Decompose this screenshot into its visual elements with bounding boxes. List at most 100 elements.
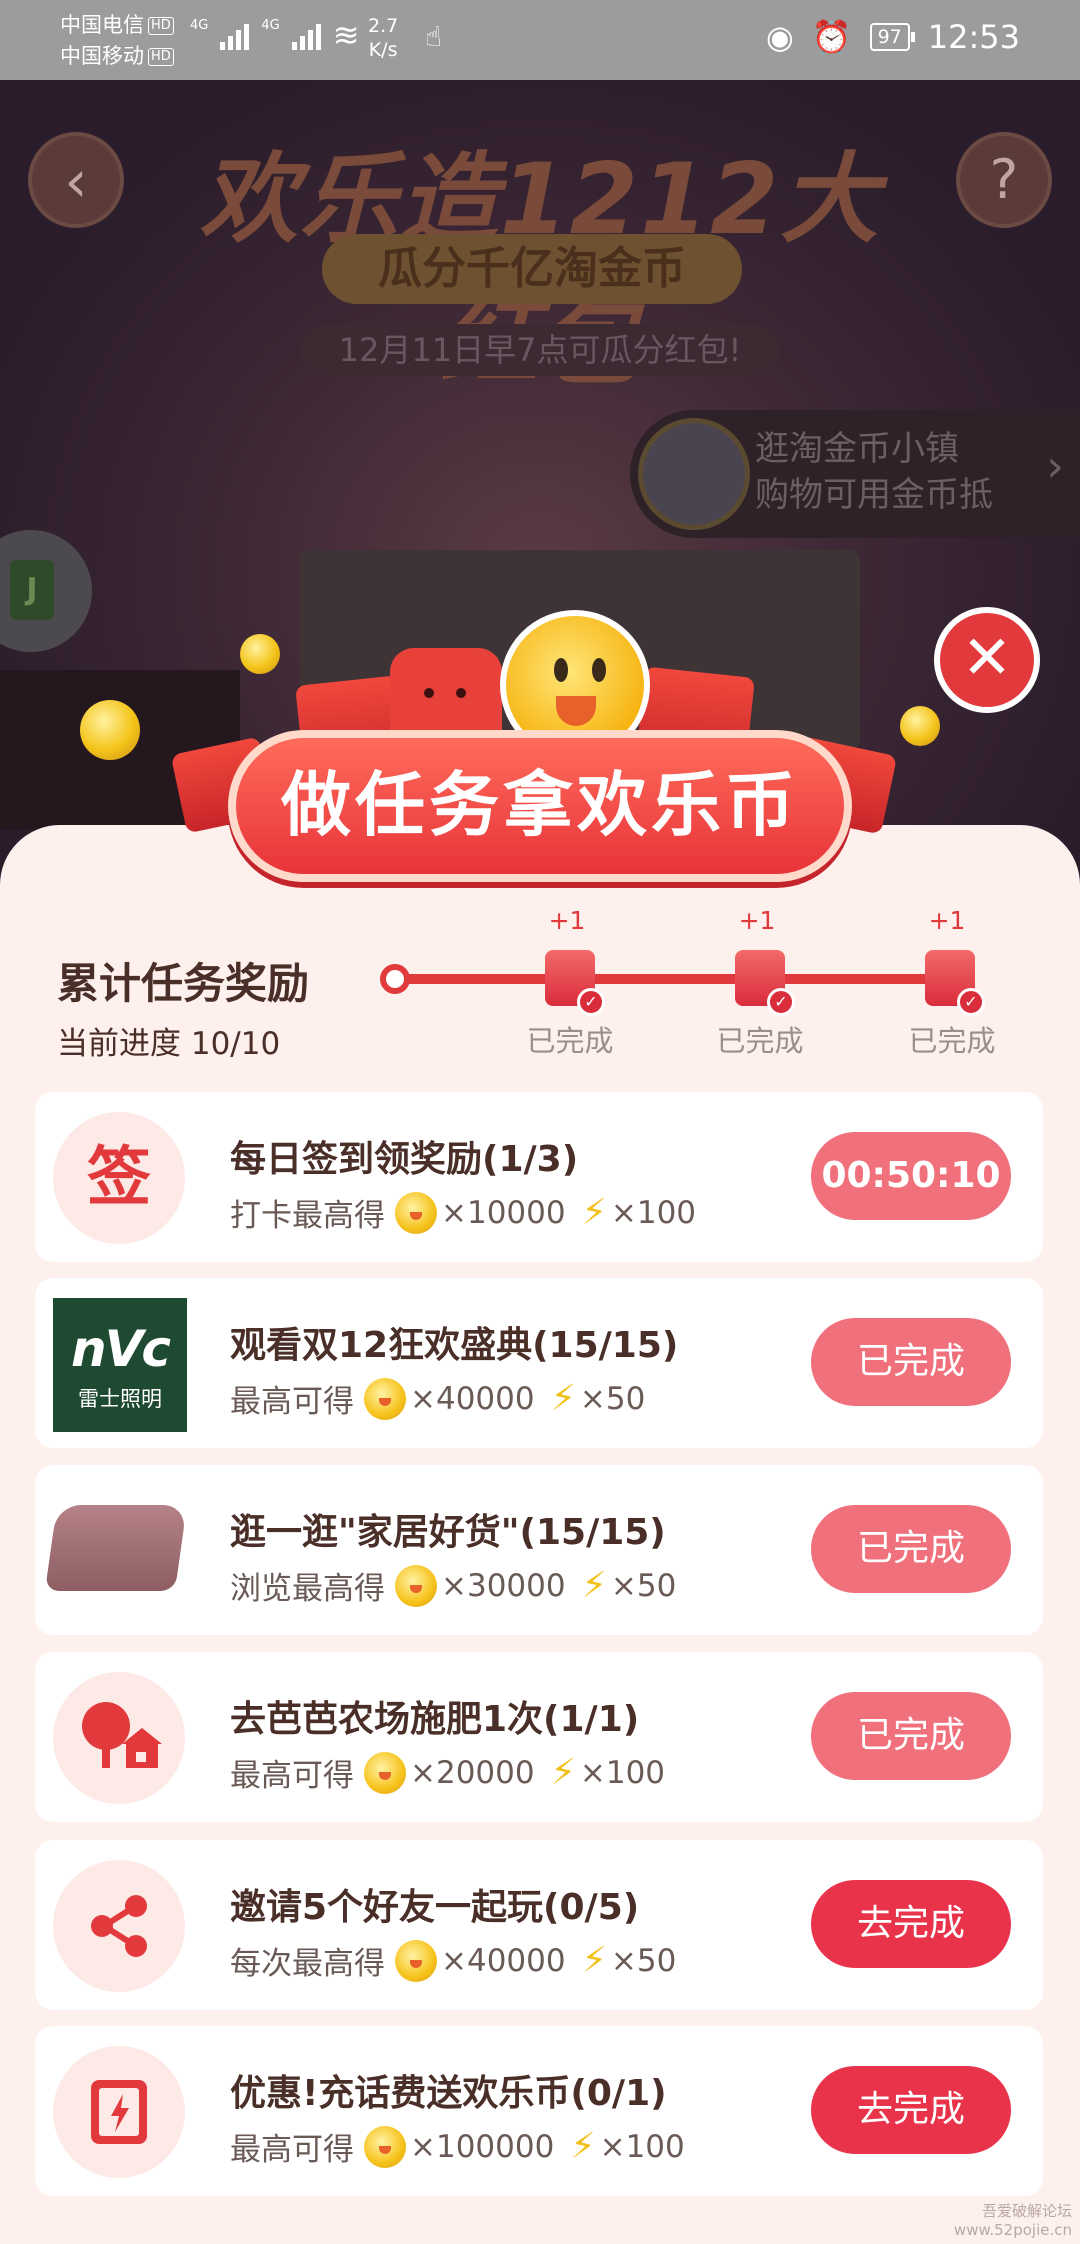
task-card-home-goods: 逛一逛"家居好货"(15/15) 浏览最高得 ×30000 ⚡ ×50 已完成 — [35, 1465, 1043, 1635]
lightning-icon: ⚡ — [581, 1940, 607, 1981]
watermark-line-2: www.52pojie.cn — [953, 2221, 1072, 2239]
carrier-2: 中国移动 — [60, 44, 144, 68]
task-title: 邀请5个好友一起玩(0/5) — [230, 1887, 640, 1928]
close-icon: ✕ — [961, 623, 1013, 693]
town-entry[interactable]: 逛淘金币小镇 购物可用金币抵 › — [630, 410, 1080, 538]
status-right: ◉ ⏰ 97 12:53 — [766, 18, 1020, 56]
close-button[interactable]: ✕ — [934, 607, 1040, 713]
check-icon: ✓ — [957, 988, 985, 1016]
reward-label: 最高可得 — [230, 1758, 354, 1794]
coin-amount: ×100000 — [410, 2128, 555, 2165]
coin-icon — [364, 1377, 406, 1420]
task-title: 去芭芭农场施肥1次(1/1) — [230, 1699, 640, 1740]
clock: 12:53 — [927, 18, 1020, 56]
jar-icon: J — [10, 560, 54, 620]
sign-in-icon: 签 — [53, 1112, 185, 1244]
milestone-envelope-icon[interactable]: ✓ — [545, 950, 605, 1016]
task-title: 逛一逛"家居好货"(15/15) — [230, 1512, 666, 1553]
countdown-button[interactable]: 00:50:10 — [811, 1132, 1011, 1220]
net-speed: 2.7 K/s — [368, 14, 398, 62]
share-icon — [53, 1860, 185, 1992]
task-title: 观看双12狂欢盛典(15/15) — [230, 1325, 679, 1366]
chevron-left-icon: ‹ — [64, 147, 88, 215]
hd-badge: HD — [148, 17, 174, 35]
hd-badge: HD — [148, 48, 174, 66]
reward-label: 浏览最高得 — [230, 1571, 385, 1607]
signal-icon — [220, 18, 250, 50]
carrier-1: 中国电信 — [60, 13, 144, 37]
milestone-plus: +1 — [548, 906, 586, 935]
milestone-envelope-icon[interactable]: ✓ — [925, 950, 985, 1016]
energy-amount: ×100 — [610, 1194, 697, 1231]
phone-charge-icon — [53, 2046, 185, 2178]
task-reward: 最高可得 ×100000 ⚡ ×100 — [230, 2124, 685, 2169]
nvc-logo: nVc 雷士照明 — [53, 1298, 187, 1432]
help-button[interactable]: ? — [956, 132, 1052, 228]
banner-note: 12月11日早7点可瓜分红包! — [300, 324, 780, 376]
task-card-farm: 去芭芭农场施肥1次(1/1) 最高可得 ×20000 ⚡ ×100 已完成 — [35, 1652, 1043, 1822]
coin-icon — [395, 1564, 437, 1607]
town-line-2: 购物可用金币抵 — [755, 475, 993, 515]
energy-amount: ×50 — [610, 1567, 677, 1604]
lightning-icon: ⚡ — [550, 1378, 576, 1419]
phone-bolt-icon — [91, 2080, 147, 2144]
watermark: 吾爱破解论坛 www.52pojie.cn — [954, 2202, 1072, 2240]
coin-amount: ×40000 — [441, 1942, 566, 1979]
coin-icon — [80, 700, 140, 760]
sign-in-glyph: 签 — [87, 1141, 151, 1215]
popup-title: 做任务拿欢乐币 — [228, 730, 852, 882]
signal-icon — [291, 18, 321, 50]
tree-house-icon — [82, 1702, 162, 1768]
town-thumbnail — [638, 418, 750, 530]
milestone-status: 已完成 — [526, 1024, 614, 1058]
eye-icon: ◉ — [765, 18, 794, 56]
reward-label: 最高可得 — [230, 1384, 354, 1420]
hand-icon: ☝ — [425, 20, 443, 53]
task-completed-button[interactable]: 已完成 — [811, 1505, 1011, 1593]
lightning-icon: ⚡ — [570, 2126, 596, 2167]
task-card-invite: 邀请5个好友一起玩(0/5) 每次最高得 ×40000 ⚡ ×50 去完成 — [35, 1840, 1043, 2010]
net-type-1: 4G — [190, 18, 209, 33]
farm-tree-icon — [53, 1672, 185, 1804]
net-type-2: 4G — [261, 18, 280, 33]
share-glyph-icon — [91, 1895, 147, 1957]
coin-amount: ×30000 — [441, 1567, 566, 1604]
watermark-line-1: 吾爱破解论坛 — [981, 2202, 1072, 2220]
task-completed-button[interactable]: 已完成 — [811, 1692, 1011, 1780]
task-card-watch-gala: nVc 雷士照明 观看双12狂欢盛典(15/15) 最高可得 ×40000 ⚡ ×… — [35, 1278, 1043, 1448]
progress-start-dot — [380, 964, 410, 994]
banner-subtitle: 瓜分千亿淘金币 — [322, 234, 742, 304]
energy-amount: ×100 — [599, 2128, 685, 2165]
battery-icon: 97 — [869, 23, 915, 51]
milestone-plus: +1 — [928, 906, 966, 935]
pillow-product-icon — [44, 1505, 188, 1591]
energy-amount: ×100 — [579, 1754, 666, 1791]
speed-value: 2.7 — [368, 15, 399, 37]
milestone-envelope-icon[interactable]: ✓ — [735, 950, 795, 1016]
wifi-icon: ≋ — [332, 16, 360, 54]
speed-unit: K/s — [368, 39, 398, 61]
coin-icon — [900, 706, 940, 746]
side-floating-button[interactable]: J — [0, 530, 92, 652]
coin-amount: ×10000 — [441, 1194, 566, 1231]
reward-label: 最高可得 — [230, 2132, 354, 2168]
task-go-button[interactable]: 去完成 — [811, 1880, 1011, 1968]
lightning-icon: ⚡ — [581, 1192, 607, 1233]
progress-title: 累计任务奖励 — [57, 959, 310, 1008]
task-completed-button[interactable]: 已完成 — [811, 1318, 1011, 1406]
task-reward: 浏览最高得 ×30000 ⚡ ×50 — [230, 1563, 676, 1608]
task-title: 优惠!充话费送欢乐币(0/1) — [230, 2073, 667, 2114]
coin-icon — [395, 1191, 437, 1234]
task-go-button[interactable]: 去完成 — [811, 2066, 1011, 2154]
task-card-recharge: 优惠!充话费送欢乐币(0/1) 最高可得 ×100000 ⚡ ×100 去完成 — [35, 2026, 1043, 2196]
task-reward: 每次最高得 ×40000 ⚡ ×50 — [230, 1938, 676, 1983]
energy-amount: ×50 — [610, 1942, 677, 1979]
task-reward: 打卡最高得 ×10000 ⚡ ×100 — [230, 1190, 696, 1235]
energy-amount: ×50 — [579, 1380, 646, 1417]
milestone-status: 已完成 — [908, 1024, 996, 1058]
question-icon: ? — [989, 148, 1019, 211]
back-button[interactable]: ‹ — [28, 132, 124, 228]
coin-amount: ×20000 — [410, 1754, 535, 1791]
alarm-icon: ⏰ — [811, 18, 852, 56]
check-icon: ✓ — [577, 988, 605, 1016]
